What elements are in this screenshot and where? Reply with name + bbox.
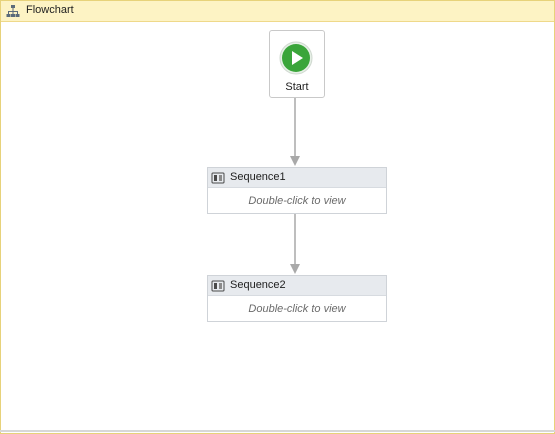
arrowhead-sequence2 — [290, 264, 300, 274]
start-label: Start — [285, 81, 309, 93]
flowchart-canvas: Flowchart Start Sequence1 Double-click t… — [0, 0, 555, 434]
sequence1-header[interactable]: Sequence1 — [208, 168, 386, 188]
start-node[interactable]: Start — [269, 30, 325, 98]
bottom-divider — [0, 430, 555, 432]
sequence2-title: Sequence2 — [230, 279, 286, 291]
sequence2-activity[interactable]: Sequence2 Double-click to view — [207, 275, 387, 322]
arrowhead-sequence1 — [290, 156, 300, 166]
sequence-icon — [211, 280, 225, 292]
play-icon — [279, 41, 313, 75]
sequence1-title: Sequence1 — [230, 171, 286, 183]
sequence1-activity[interactable]: Sequence1 Double-click to view — [207, 167, 387, 214]
sequence1-hint: Double-click to view — [248, 195, 346, 207]
sequence-icon — [211, 172, 225, 184]
sequence2-hint: Double-click to view — [248, 303, 346, 315]
sequence2-header[interactable]: Sequence2 — [208, 276, 386, 296]
